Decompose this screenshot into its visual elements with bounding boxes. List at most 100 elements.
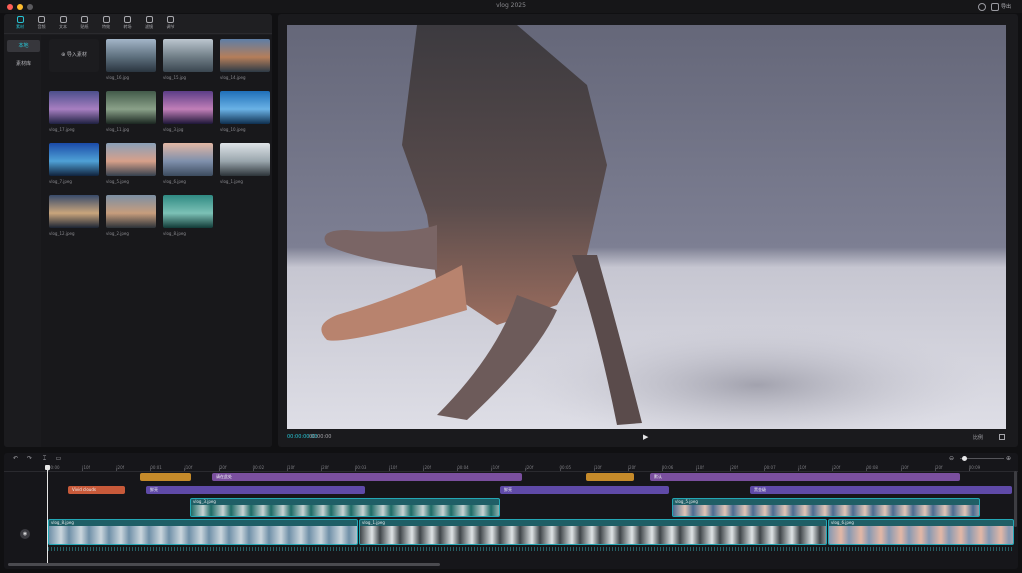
effect-clip[interactable]: 鲜亮 [500, 486, 669, 494]
tool-label: 滤镜 [145, 24, 153, 29]
time-ruler[interactable]: 00:00 |10f |20f 00:01 |10f |20f 00:02 |10f |20f 0… [4, 464, 1018, 472]
play-icon[interactable]: ▶ [643, 433, 648, 441]
text-clip[interactable] [140, 473, 191, 481]
effect-clip[interactable]: 鲜亮 [146, 486, 365, 494]
redo-icon[interactable]: ↷ [26, 455, 33, 462]
media-thumbnail[interactable] [163, 195, 213, 228]
text-clip[interactable]: 请在此处 [212, 473, 522, 481]
media-thumbnail[interactable] [106, 195, 156, 228]
media-thumbnail[interactable] [49, 91, 99, 124]
ruler-label: |10f [798, 465, 807, 470]
ratio-dropdown[interactable]: 比例 [973, 434, 983, 441]
undo-icon[interactable]: ↶ [12, 455, 19, 462]
tool-filter[interactable]: 滤镜 [140, 16, 158, 33]
filter-icon [145, 16, 153, 23]
media-thumbnail[interactable] [106, 143, 156, 176]
ruler-tick [320, 468, 322, 471]
tool-label: 特效 [102, 24, 110, 29]
thumbnail-name: vlog_14.jpeg [220, 75, 246, 80]
effect-clip[interactable]: 黑金级 [750, 486, 1012, 494]
text-clip[interactable] [586, 473, 634, 481]
ruler-tick [354, 468, 356, 471]
thumbnail-name: vlog_17.jpeg [49, 127, 75, 132]
fullscreen-icon[interactable] [999, 434, 1005, 440]
export-button[interactable]: 导出 [991, 2, 1011, 11]
thumbnail-image [49, 195, 99, 228]
shortcut-button[interactable] [978, 2, 986, 11]
preview-frame [287, 25, 1006, 429]
video-preview[interactable] [287, 25, 1006, 429]
ruler-tick [116, 468, 118, 471]
zoom-in-icon[interactable]: ⊕ [1005, 455, 1012, 462]
thumbnail-name: vlog_10.jpeg [220, 127, 246, 132]
tool-audio[interactable]: 音频 [33, 16, 51, 33]
ruler-label: |10f [593, 465, 602, 470]
import-media-button[interactable]: ⊕ 导入素材 [49, 39, 99, 72]
playhead[interactable] [47, 466, 48, 566]
ruler-tick [525, 468, 527, 471]
ruler-label: |10f [286, 465, 295, 470]
sidenav-item[interactable]: 素材库 [7, 58, 40, 70]
sidenav-item[interactable]: 本地 [7, 40, 40, 52]
clip-filmstrip [673, 505, 979, 516]
ruler-tick [150, 468, 152, 471]
ruler-tick [730, 468, 731, 471]
media-thumbnail[interactable] [49, 195, 99, 228]
ruler-label: |20f [730, 465, 738, 470]
video-clip[interactable]: vlog_1.jpeg [359, 519, 827, 545]
video-clip[interactable]: vlog_6.jpeg [828, 519, 1014, 545]
tool-adjust[interactable]: 调节 [162, 16, 180, 33]
media-thumbnail[interactable] [49, 143, 99, 176]
ruler-label: |20f [934, 465, 943, 470]
ruler-label: 00:04 [457, 465, 469, 470]
thumbnail-name: vlog_6.jpeg [163, 179, 186, 184]
delete-icon[interactable]: ▭ [55, 455, 62, 462]
zoom-out-icon[interactable]: ⊖ [948, 455, 955, 462]
effect-clip[interactable]: Vivid clouds [68, 486, 125, 494]
ruler-tick [934, 468, 936, 471]
media-thumbnail[interactable] [220, 39, 270, 72]
tool-media[interactable]: 素材 [11, 16, 29, 33]
media-thumbnail[interactable] [163, 91, 213, 124]
horizontal-scrollbar[interactable] [8, 563, 440, 566]
ruler-label: |10f [184, 465, 193, 470]
tool-text[interactable]: 文本 [54, 16, 72, 33]
thumbnail-name: vlog_12.jpeg [49, 231, 75, 236]
clip-name: vlog_3.jpeg [193, 499, 216, 504]
timeline-panel: ↶ ↷ ⌶ ▭ ⊖ ⊕ 00:00 |10f |20f 00:01 |10f |20f 00… [4, 453, 1018, 569]
video-clip[interactable]: vlog_3.jpeg [190, 498, 500, 517]
tool-effects[interactable]: 特效 [97, 16, 115, 33]
media-thumbnail[interactable] [163, 143, 213, 176]
ruler-label: |10f [900, 465, 909, 470]
ruler-label: 00:08 [866, 465, 878, 470]
zoom-slider-handle[interactable] [962, 456, 967, 461]
media-thumbnail[interactable] [106, 39, 156, 72]
split-icon[interactable]: ⌶ [41, 455, 48, 462]
thumbnail-name: vlog_2.jpeg [106, 231, 129, 236]
ruler-label: |20f [423, 465, 431, 470]
thumbnail-image [106, 143, 156, 176]
video-clip[interactable]: vlog_5.jpeg [672, 498, 980, 517]
video-clip[interactable]: vlog_8.jpeg [48, 519, 358, 545]
media-thumbnail[interactable] [163, 39, 213, 72]
tool-label: 音频 [37, 24, 46, 29]
media-panel: 素材 音频 文本 贴纸 特效 转场 滤镜 调节 本地 素材库 ⊕ 导入素材 vlog_16.jp… [4, 14, 272, 447]
vertical-scrollbar[interactable] [1014, 471, 1017, 527]
text-clip[interactable]: 默认 [650, 473, 960, 481]
clip-filmstrip [49, 526, 357, 544]
media-thumbnail[interactable] [220, 143, 270, 176]
ruler-label: 00:05 [559, 465, 572, 470]
export-icon [991, 2, 999, 11]
media-thumbnail[interactable] [220, 91, 270, 124]
timeline-toolbar: ↶ ↷ ⌶ ▭ ⊖ ⊕ [4, 453, 1018, 464]
ruler-label: |20f [218, 465, 227, 470]
tool-sticker[interactable]: 贴纸 [76, 16, 94, 33]
tool-label: 文本 [59, 24, 67, 29]
media-thumbnail[interactable] [106, 91, 156, 124]
sticker-icon [81, 16, 88, 23]
ruler-tick [252, 468, 254, 471]
clip-filmstrip [360, 526, 826, 544]
cover-icon[interactable]: ◉ [20, 529, 30, 539]
ruler-label: |20f [320, 465, 329, 470]
tool-transition[interactable]: 转场 [119, 16, 137, 33]
